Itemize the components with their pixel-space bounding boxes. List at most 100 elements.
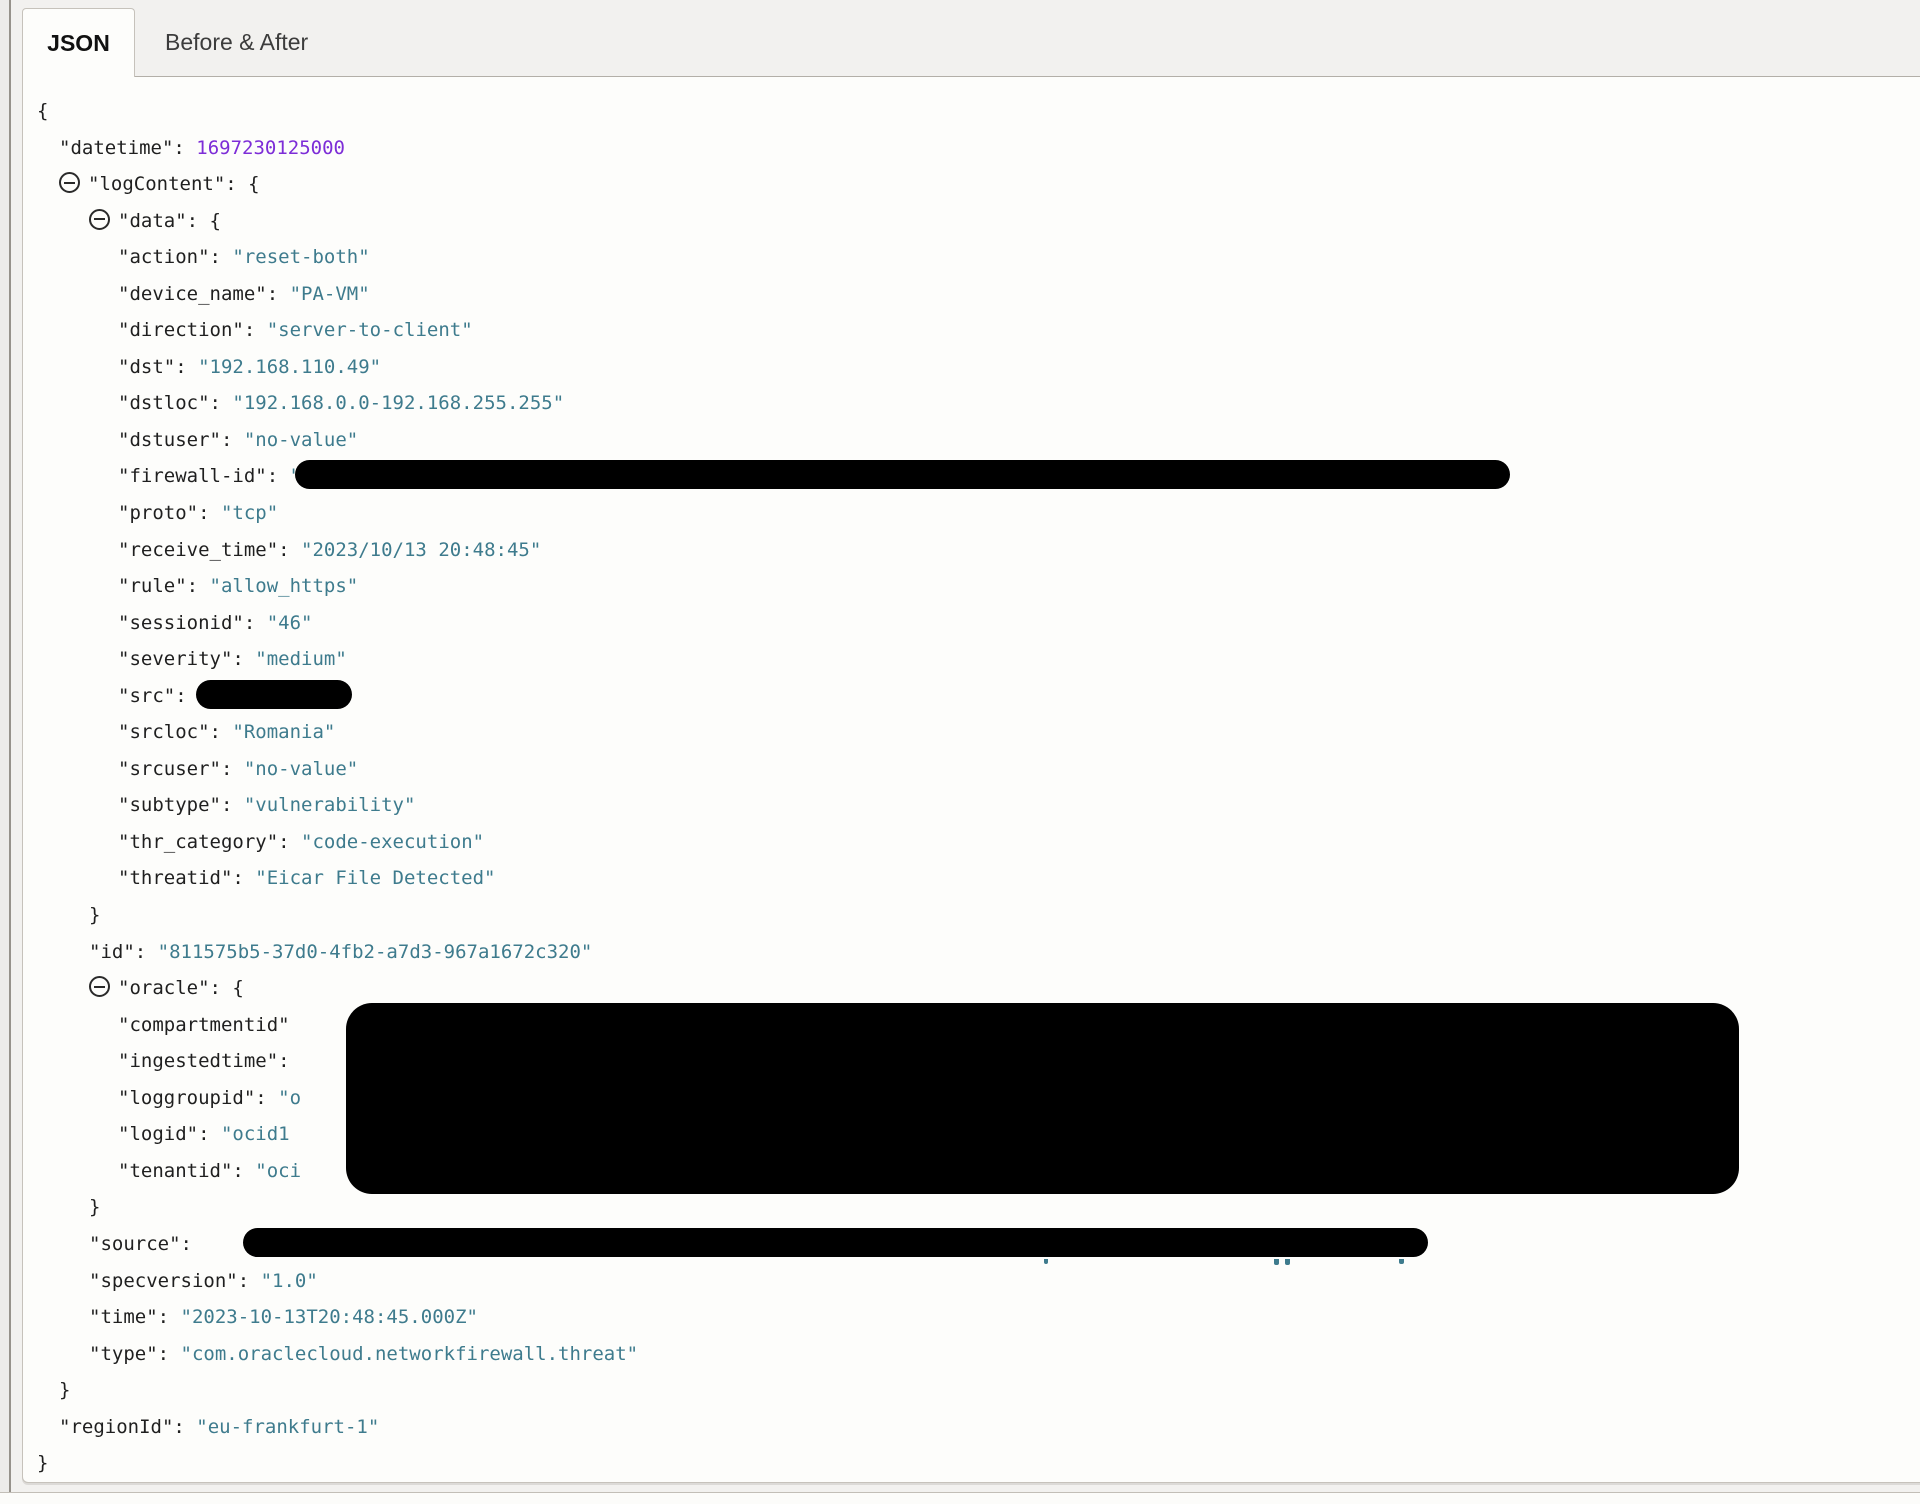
json-line: "srcloc": "Romania" bbox=[23, 714, 1920, 751]
json-string-value: "PA-VM" bbox=[290, 283, 370, 305]
json-punct: } bbox=[89, 904, 100, 926]
json-punct: : bbox=[198, 502, 221, 524]
json-key: "srcuser" bbox=[118, 758, 221, 780]
json-punct: : bbox=[221, 429, 244, 451]
tab-json[interactable]: JSON bbox=[22, 8, 135, 77]
json-key: "id" bbox=[89, 941, 135, 963]
json-key: "data" bbox=[118, 210, 187, 232]
json-key: "datetime" bbox=[59, 137, 173, 159]
json-string-value: "server-to-client" bbox=[267, 319, 473, 341]
json-punct: : bbox=[278, 831, 301, 853]
json-key: "direction" bbox=[118, 319, 244, 341]
json-key: "receive_time" bbox=[118, 539, 278, 561]
json-key: "srcloc" bbox=[118, 721, 210, 743]
json-punct: : bbox=[232, 867, 255, 889]
redaction-artifact bbox=[1399, 1259, 1404, 1264]
collapse-toggle-icon[interactable] bbox=[89, 976, 110, 997]
json-key: "regionId" bbox=[59, 1416, 173, 1438]
json-punct: { bbox=[37, 100, 48, 122]
json-punct: : bbox=[210, 246, 233, 268]
redaction-bar bbox=[295, 460, 1510, 489]
json-punct: : bbox=[278, 1050, 289, 1072]
json-key: "logid" bbox=[118, 1123, 198, 1145]
json-punct: : bbox=[255, 1087, 278, 1109]
json-string-value: "code-execution" bbox=[301, 831, 484, 853]
json-punct: } bbox=[37, 1452, 48, 1474]
json-line: } bbox=[23, 897, 1920, 934]
json-punct: : bbox=[173, 137, 196, 159]
tab-json-label: JSON bbox=[47, 30, 110, 57]
json-punct: : bbox=[221, 794, 244, 816]
json-punct: : bbox=[267, 283, 290, 305]
json-punct: : bbox=[244, 319, 267, 341]
redaction-bar bbox=[243, 1228, 1428, 1257]
json-punct: : bbox=[173, 1416, 196, 1438]
json-line: "source": bbox=[23, 1226, 1920, 1263]
json-string-value: "no-value" bbox=[244, 429, 358, 451]
json-punct: : bbox=[175, 356, 198, 378]
json-string-value: "oci bbox=[255, 1160, 301, 1182]
json-punct: : bbox=[210, 721, 233, 743]
json-line: "severity": "medium" bbox=[23, 641, 1920, 678]
json-line: "subtype": "vulnerability" bbox=[23, 787, 1920, 824]
json-line: "action": "reset-both" bbox=[23, 239, 1920, 276]
json-line: "logContent": { bbox=[23, 166, 1920, 203]
json-line: "type": "com.oraclecloud.networkfirewall… bbox=[23, 1336, 1920, 1373]
json-line: "sessionid": "46" bbox=[23, 605, 1920, 642]
redaction-artifact bbox=[1274, 1259, 1279, 1265]
collapse-toggle-icon[interactable] bbox=[59, 172, 80, 193]
json-key: "compartmentid" bbox=[118, 1014, 290, 1036]
json-viewer-panel: { "datetime": 1697230125000"logContent": … bbox=[22, 76, 1920, 1483]
tab-bar: JSON Before & After bbox=[22, 8, 338, 76]
tab-before-after-label: Before & After bbox=[165, 29, 308, 56]
json-string-value: "medium" bbox=[255, 648, 347, 670]
left-panel-divider bbox=[0, 0, 11, 1503]
json-key: "loggroupid" bbox=[118, 1087, 255, 1109]
json-key: "subtype" bbox=[118, 794, 221, 816]
json-line: "thr_category": "code-execution" bbox=[23, 824, 1920, 861]
json-line: "direction": "server-to-client" bbox=[23, 312, 1920, 349]
json-line: "id": "811575b5-37d0-4fb2-a7d3-967a1672c… bbox=[23, 934, 1920, 971]
json-key: "thr_category" bbox=[118, 831, 278, 853]
json-string-value: "Romania" bbox=[232, 721, 335, 743]
json-punct: } bbox=[89, 1196, 100, 1218]
json-punct: : bbox=[175, 685, 198, 707]
json-key: "dst" bbox=[118, 356, 175, 378]
collapse-toggle-icon[interactable] bbox=[89, 209, 110, 230]
json-line: "regionId": "eu-frankfurt-1" bbox=[23, 1409, 1920, 1446]
json-line: } bbox=[23, 1445, 1920, 1482]
json-string-value: "Eicar File Detected" bbox=[255, 867, 495, 889]
json-line: "datetime": 1697230125000 bbox=[23, 130, 1920, 167]
json-key: "specversion" bbox=[89, 1270, 238, 1292]
json-line: } bbox=[23, 1372, 1920, 1409]
json-punct: : bbox=[221, 758, 244, 780]
json-string-value: "46" bbox=[267, 612, 313, 634]
json-key: "logContent" bbox=[88, 173, 225, 195]
json-key: "src" bbox=[118, 685, 175, 707]
json-punct: : bbox=[210, 392, 233, 414]
json-string-value: "ocid1 bbox=[221, 1123, 290, 1145]
next-section-top-edge bbox=[0, 1492, 1920, 1504]
json-key: "type" bbox=[89, 1343, 158, 1365]
redaction-artifact bbox=[1285, 1259, 1290, 1265]
json-line: "dstuser": "no-value" bbox=[23, 422, 1920, 459]
json-line: { bbox=[23, 93, 1920, 130]
json-line: "dst": "192.168.110.49" bbox=[23, 349, 1920, 386]
json-line: "dstloc": "192.168.0.0-192.168.255.255" bbox=[23, 385, 1920, 422]
json-punct: : bbox=[232, 648, 255, 670]
json-line: "rule": "allow_https" bbox=[23, 568, 1920, 605]
json-string-value: "allow_https" bbox=[210, 575, 359, 597]
tab-before-after[interactable]: Before & After bbox=[135, 8, 338, 76]
json-line: "device_name": "PA-VM" bbox=[23, 276, 1920, 313]
json-key: "threatid" bbox=[118, 867, 232, 889]
json-key: "oracle" bbox=[118, 977, 210, 999]
json-punct: : bbox=[278, 539, 301, 561]
json-line: "threatid": "Eicar File Detected" bbox=[23, 860, 1920, 897]
redaction-bar bbox=[196, 680, 352, 709]
json-key: "dstloc" bbox=[118, 392, 210, 414]
json-string-value: "192.168.110.49" bbox=[198, 356, 381, 378]
json-key: "proto" bbox=[118, 502, 198, 524]
json-key: "severity" bbox=[118, 648, 232, 670]
json-punct: : bbox=[267, 465, 290, 487]
json-key: "sessionid" bbox=[118, 612, 244, 634]
